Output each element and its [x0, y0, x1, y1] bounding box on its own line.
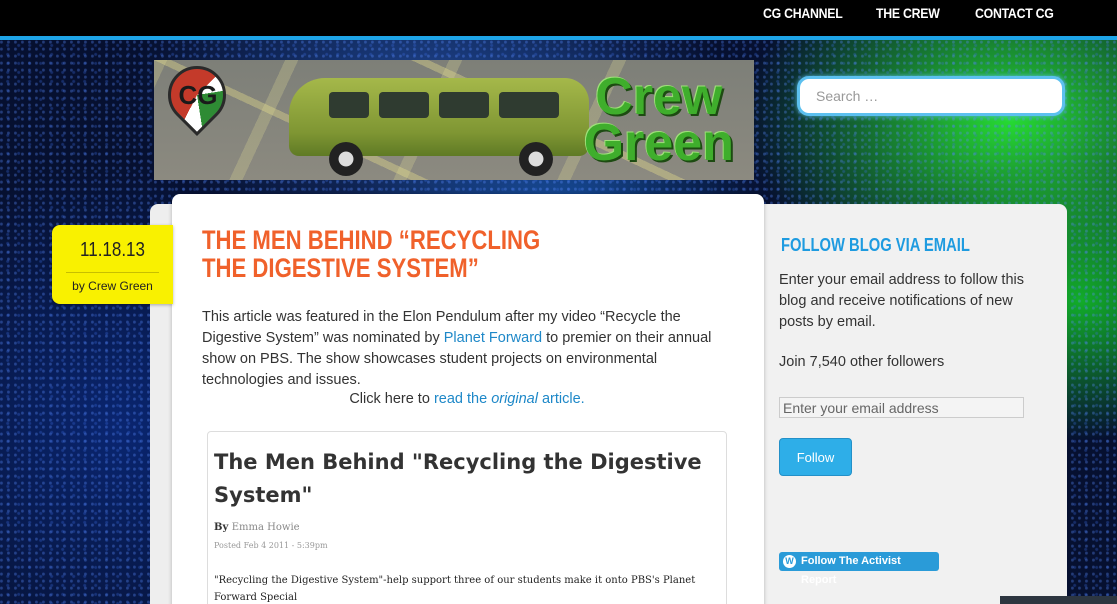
embed-byline: By Emma Howie [214, 522, 300, 533]
top-nav: CG CHANNEL THE CREW CONTACT CG [0, 5, 1117, 31]
link-text: read the [433, 391, 492, 407]
author-link[interactable]: Crew Green [88, 279, 153, 293]
nav-cg-channel[interactable]: CG CHANNEL [763, 5, 843, 21]
follow-widget-description: Enter your email address to follow this … [779, 272, 1024, 330]
embed-author: Emma Howie [231, 522, 300, 533]
author-prefix: by [72, 279, 85, 293]
brand-logo-text: Crew Green [583, 71, 734, 172]
original-article-line: Click here to read the original article. [202, 391, 732, 407]
followers-count: Join 7,540 other followers [779, 354, 945, 370]
embed-excerpt: "Recycling the Digestive System"-help su… [214, 575, 696, 603]
planet-forward-link[interactable]: Planet Forward [444, 330, 542, 346]
follow-button[interactable]: Follow [779, 438, 852, 476]
date-divider [66, 272, 159, 273]
follow-widget-title: FOLLOW BLOG VIA EMAIL [781, 235, 970, 255]
original-article-link[interactable]: read the original article. [434, 391, 585, 407]
date-badge: 11.18.13 by Crew Green [52, 225, 173, 304]
van-window [499, 92, 559, 118]
bottom-corner-bar [1000, 596, 1117, 604]
search-input[interactable] [797, 76, 1065, 116]
link-emphasis: original [491, 391, 538, 407]
embed-title: The Men Behind "Recycling the Digestive … [214, 450, 702, 507]
embed-posted-date: Posted Feb 4 2011 - 5:39pm [214, 541, 328, 550]
post-author-line: by Crew Green [52, 279, 173, 293]
post-title[interactable]: THE MEN BEHIND “RECYCLING THE DIGESTIVE … [202, 226, 579, 282]
logo-letters: CG [178, 80, 218, 110]
nav-contact-cg[interactable]: CONTACT CG [975, 5, 1054, 21]
van-wheel [329, 142, 363, 176]
embed-by-label: By [214, 522, 229, 533]
embedded-article: The Men Behind "Recycling the Digestive … [207, 431, 727, 604]
post-date: 11.18.13 [80, 239, 145, 261]
follow-blog-badge[interactable]: W Follow The Activist Report [779, 552, 939, 586]
van-window [379, 92, 429, 118]
click-prefix: Click here to [349, 391, 434, 407]
post-paragraph: This article was featured in the Elon Pe… [202, 307, 732, 391]
link-text: article. [537, 391, 585, 407]
van-wheel [519, 142, 553, 176]
top-bar-accent-line [0, 36, 1117, 40]
top-bar: CG CHANNEL THE CREW CONTACT CG [0, 0, 1117, 36]
van-window [329, 92, 369, 118]
van-image [289, 68, 589, 176]
site-banner[interactable]: CG Crew Green [154, 60, 754, 180]
nav-the-crew[interactable]: THE CREW [876, 5, 940, 21]
van-window [439, 92, 489, 118]
email-field[interactable] [779, 397, 1024, 418]
wordpress-icon: W [783, 555, 796, 568]
brand-line-2: Green [583, 114, 734, 172]
